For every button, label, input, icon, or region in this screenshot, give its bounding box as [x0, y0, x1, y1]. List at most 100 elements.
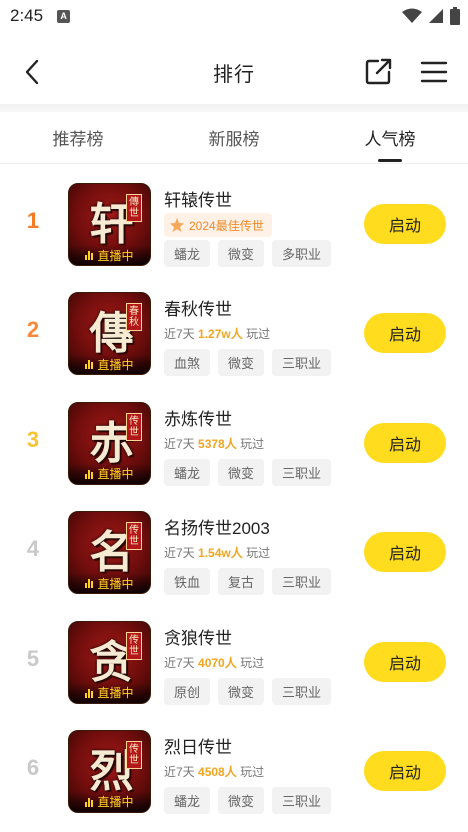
start-button[interactable]: 启动 — [364, 532, 446, 573]
rank-number: 6 — [26, 754, 40, 780]
live-label: 直播中 — [97, 357, 134, 372]
game-row[interactable]: 2 傳 春秋 直播中 春秋传世 近7天 1.27w人 玩过 血煞 微变 三职业 启动 — [0, 277, 468, 386]
game-logo-seal: 傳世 — [126, 194, 142, 222]
game-name[interactable]: 烈日传世 — [164, 733, 232, 758]
game-row[interactable]: 4 名 传世 直播中 名扬传世2003 近7天 1.54w人 玩过 铁血 复古 三职… — [0, 496, 468, 605]
live-badge: 直播中 — [69, 791, 150, 812]
rank-number: 5 — [26, 645, 40, 671]
rank-number: 4 — [26, 536, 40, 562]
live-badge: 直播中 — [69, 245, 150, 265]
play-count: 4508人 — [198, 764, 237, 779]
game-tag: 三职业 — [272, 458, 332, 486]
page-title: 排行 — [213, 63, 255, 86]
game-tag: 三职业 — [272, 677, 332, 705]
play-suffix: 玩过 — [246, 546, 271, 561]
start-button[interactable]: 启动 — [364, 313, 446, 354]
live-bars-icon — [85, 688, 94, 698]
game-name[interactable]: 轩辕传世 — [164, 186, 232, 211]
award-badge: 2024最佳传世 — [164, 213, 272, 237]
game-logo-seal: 传世 — [126, 631, 142, 660]
live-bars-icon — [85, 797, 94, 807]
tag-list: 原创 微变 三职业 — [164, 677, 332, 705]
wifi-icon — [402, 8, 422, 23]
live-bars-icon — [85, 578, 94, 589]
tab-new-server[interactable]: 新服榜 — [156, 112, 312, 163]
share-icon — [365, 58, 392, 85]
live-label: 直播中 — [97, 576, 134, 591]
play-suffix: 玩过 — [240, 436, 265, 451]
live-label: 直播中 — [97, 795, 134, 810]
tag-list: 蟠龙 微变 多职业 — [164, 240, 332, 267]
game-row[interactable]: 1 轩 傳世 直播中 轩辕传世 2024最佳传世 蟠龙 微变 多职业 启动 — [0, 168, 468, 277]
header-divider — [0, 104, 468, 112]
game-name[interactable]: 贪狼传世 — [164, 624, 232, 649]
live-label: 直播中 — [97, 248, 134, 263]
game-tag: 蟠龙 — [164, 786, 211, 814]
game-icon[interactable]: 赤 传世 直播中 — [68, 401, 151, 485]
game-name[interactable]: 名扬传世2003 — [164, 514, 270, 539]
medal-icon — [168, 216, 186, 234]
play-prefix: 近7天 — [164, 655, 195, 670]
live-bars-icon — [85, 359, 94, 370]
game-tag: 血煞 — [164, 349, 211, 377]
start-button[interactable]: 启动 — [364, 641, 446, 682]
tab-popularity[interactable]: 人气榜 — [312, 112, 468, 163]
tag-list: 蟠龙 微变 三职业 — [164, 786, 332, 814]
play-stats: 近7天 1.54w人 玩过 — [164, 544, 270, 561]
start-button[interactable]: 启动 — [364, 750, 446, 791]
game-tag: 微变 — [218, 458, 265, 486]
game-row[interactable]: 5 贪 传世 直播中 贪狼传世 近7天 4070人 玩过 原创 微变 三职业 启动 — [0, 606, 468, 715]
start-button[interactable]: 启动 — [364, 204, 446, 244]
tag-list: 血煞 微变 三职业 — [164, 349, 332, 377]
game-icon[interactable]: 名 传世 直播中 — [68, 511, 151, 595]
game-row[interactable]: 6 烈 传世 直播中 烈日传世 近7天 4508人 玩过 蟠龙 微变 三职业 启动 — [0, 715, 468, 824]
game-icon[interactable]: 傳 春秋 直播中 — [68, 292, 151, 376]
menu-icon — [420, 61, 448, 83]
live-label: 直播中 — [97, 686, 134, 701]
live-badge: 直播中 — [69, 354, 150, 375]
notification-icon: A — [57, 9, 71, 23]
game-tag: 蟠龙 — [164, 240, 211, 267]
game-icon[interactable]: 轩 傳世 直播中 — [68, 183, 151, 266]
play-prefix: 近7天 — [164, 327, 195, 342]
game-icon[interactable]: 烈 传世 直播中 — [68, 729, 151, 813]
live-bars-icon — [85, 250, 94, 260]
status-time: 2:45 — [10, 6, 44, 25]
ranking-tabs: 推荐榜 新服榜 人气榜 — [0, 112, 468, 164]
game-tag: 微变 — [218, 677, 265, 705]
game-list: 1 轩 傳世 直播中 轩辕传世 2024最佳传世 蟠龙 微变 多职业 启动 2 傳 … — [0, 168, 468, 824]
battery-icon — [450, 7, 460, 25]
tab-recommended[interactable]: 推荐榜 — [0, 112, 156, 163]
game-name[interactable]: 春秋传世 — [164, 295, 232, 320]
game-tag: 复古 — [218, 568, 265, 596]
game-tag: 三职业 — [272, 786, 332, 814]
game-logo-seal: 传世 — [126, 522, 142, 551]
start-button[interactable]: 启动 — [364, 422, 446, 463]
game-tag: 蟠龙 — [164, 458, 211, 486]
game-tag: 三职业 — [272, 349, 332, 377]
game-row[interactable]: 3 赤 传世 直播中 赤炼传世 近7天 5378人 玩过 蟠龙 微变 三职业 启动 — [0, 387, 468, 496]
game-tag: 三职业 — [272, 568, 332, 596]
chevron-left-icon — [25, 59, 39, 85]
game-icon[interactable]: 贪 传世 直播中 — [68, 620, 151, 704]
play-suffix: 玩过 — [246, 327, 271, 342]
menu-button[interactable] — [416, 54, 452, 90]
play-count: 4070人 — [198, 655, 237, 670]
live-badge: 直播中 — [69, 573, 150, 594]
rank-number: 2 — [26, 317, 40, 343]
play-prefix: 近7天 — [164, 546, 195, 561]
game-name[interactable]: 赤炼传世 — [164, 405, 232, 430]
status-icons — [402, 7, 460, 25]
game-tag: 原创 — [164, 677, 211, 705]
play-prefix: 近7天 — [164, 764, 195, 779]
play-suffix: 玩过 — [240, 764, 265, 779]
live-bars-icon — [85, 469, 94, 479]
share-button[interactable] — [360, 54, 396, 90]
play-count: 5378人 — [198, 436, 237, 451]
back-button[interactable] — [16, 54, 48, 90]
tag-list: 蟠龙 微变 三职业 — [164, 458, 332, 486]
live-badge: 直播中 — [69, 463, 150, 484]
game-tag: 微变 — [218, 786, 265, 814]
tag-list: 铁血 复古 三职业 — [164, 568, 332, 596]
play-suffix: 玩过 — [240, 655, 265, 670]
